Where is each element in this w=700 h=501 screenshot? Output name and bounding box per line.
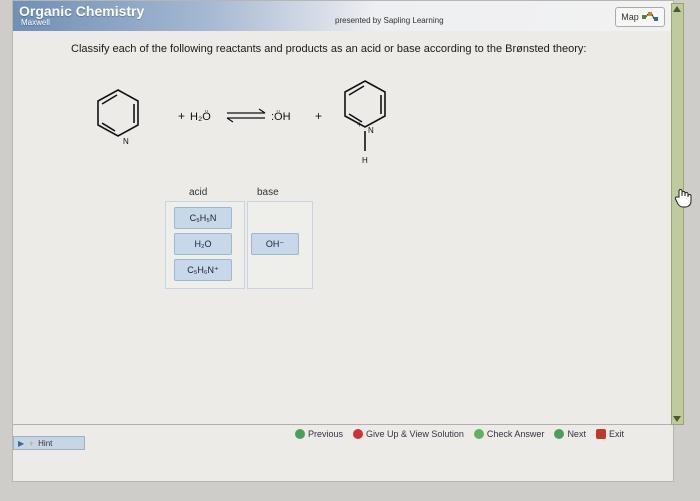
- equilibrium-arrow: [226, 108, 266, 123]
- scroll-up-icon[interactable]: [673, 6, 681, 12]
- next-button[interactable]: Next: [554, 429, 586, 439]
- app-window: Organic Chemistry Maxwell presented by S…: [12, 0, 684, 482]
- plus-sign-2: +: [315, 109, 322, 123]
- presented-by: presented by Sapling Learning: [335, 16, 444, 25]
- pyridinium-h-label: H: [362, 156, 368, 165]
- acid-item-pyridinium[interactable]: C₅H₆N⁺: [174, 259, 232, 281]
- base-item-hydroxide[interactable]: OH⁻: [251, 233, 299, 255]
- vertical-scrollbar[interactable]: [671, 3, 684, 425]
- hint-bulb-icon: ♀: [28, 438, 35, 448]
- pyridine-n-label: N: [123, 137, 129, 146]
- hint-label: Hint: [38, 438, 53, 448]
- pyridinium-n-label: N: [368, 126, 374, 135]
- check-label: Check Answer: [486, 429, 545, 439]
- hint-button[interactable]: ▶ ♀ Hint: [13, 436, 85, 450]
- header-bar: Organic Chemistry Maxwell presented by S…: [13, 1, 673, 31]
- app-title: Organic Chemistry: [19, 3, 145, 19]
- next-icon: [554, 429, 565, 439]
- app-author: Maxwell: [21, 18, 50, 27]
- previous-button[interactable]: Previous: [295, 429, 343, 439]
- pyridinium-plus: +: [357, 120, 362, 129]
- scroll-down-icon[interactable]: [673, 416, 681, 422]
- pyridine-structure: [97, 89, 139, 137]
- footer-toolbar: Previous Give Up & View Solution Check A…: [295, 429, 624, 439]
- hydroxide-label: :ÖH: [271, 111, 291, 123]
- water-label: H₂Ö: [190, 111, 211, 123]
- exit-label: Exit: [608, 429, 624, 439]
- map-label: Map: [621, 12, 639, 22]
- pyridinium-structure: [344, 80, 386, 151]
- reaction-scheme: N + H₂Ö :ÖH + + N H: [93, 75, 423, 175]
- check-answer-button[interactable]: Check Answer: [473, 429, 545, 439]
- hand-cursor-icon: [674, 189, 692, 208]
- reaction-svg: N + H₂Ö :ÖH + + N H: [97, 80, 386, 165]
- give-up-label: Give Up & View Solution: [366, 429, 464, 439]
- exit-button[interactable]: Exit: [595, 429, 624, 439]
- map-icon: [641, 12, 658, 21]
- acid-header: acid: [189, 187, 208, 198]
- exit-icon: [595, 429, 606, 439]
- previous-icon: [295, 429, 305, 439]
- next-label: Next: [567, 429, 586, 439]
- acid-item-pyridine[interactable]: C₅H₅N: [174, 207, 232, 229]
- hint-arrow-icon: ▶: [18, 438, 25, 448]
- footer-divider: [13, 424, 673, 425]
- previous-label: Previous: [308, 429, 344, 439]
- give-up-icon: [353, 429, 364, 439]
- check-icon: [473, 429, 484, 439]
- give-up-button[interactable]: Give Up & View Solution: [353, 429, 464, 439]
- acid-item-water[interactable]: H₂O: [174, 233, 232, 255]
- map-button[interactable]: Map: [615, 7, 665, 27]
- question-text: Classify each of the following reactants…: [71, 43, 587, 55]
- plus-sign-1: +: [178, 109, 185, 123]
- base-header: base: [257, 187, 279, 198]
